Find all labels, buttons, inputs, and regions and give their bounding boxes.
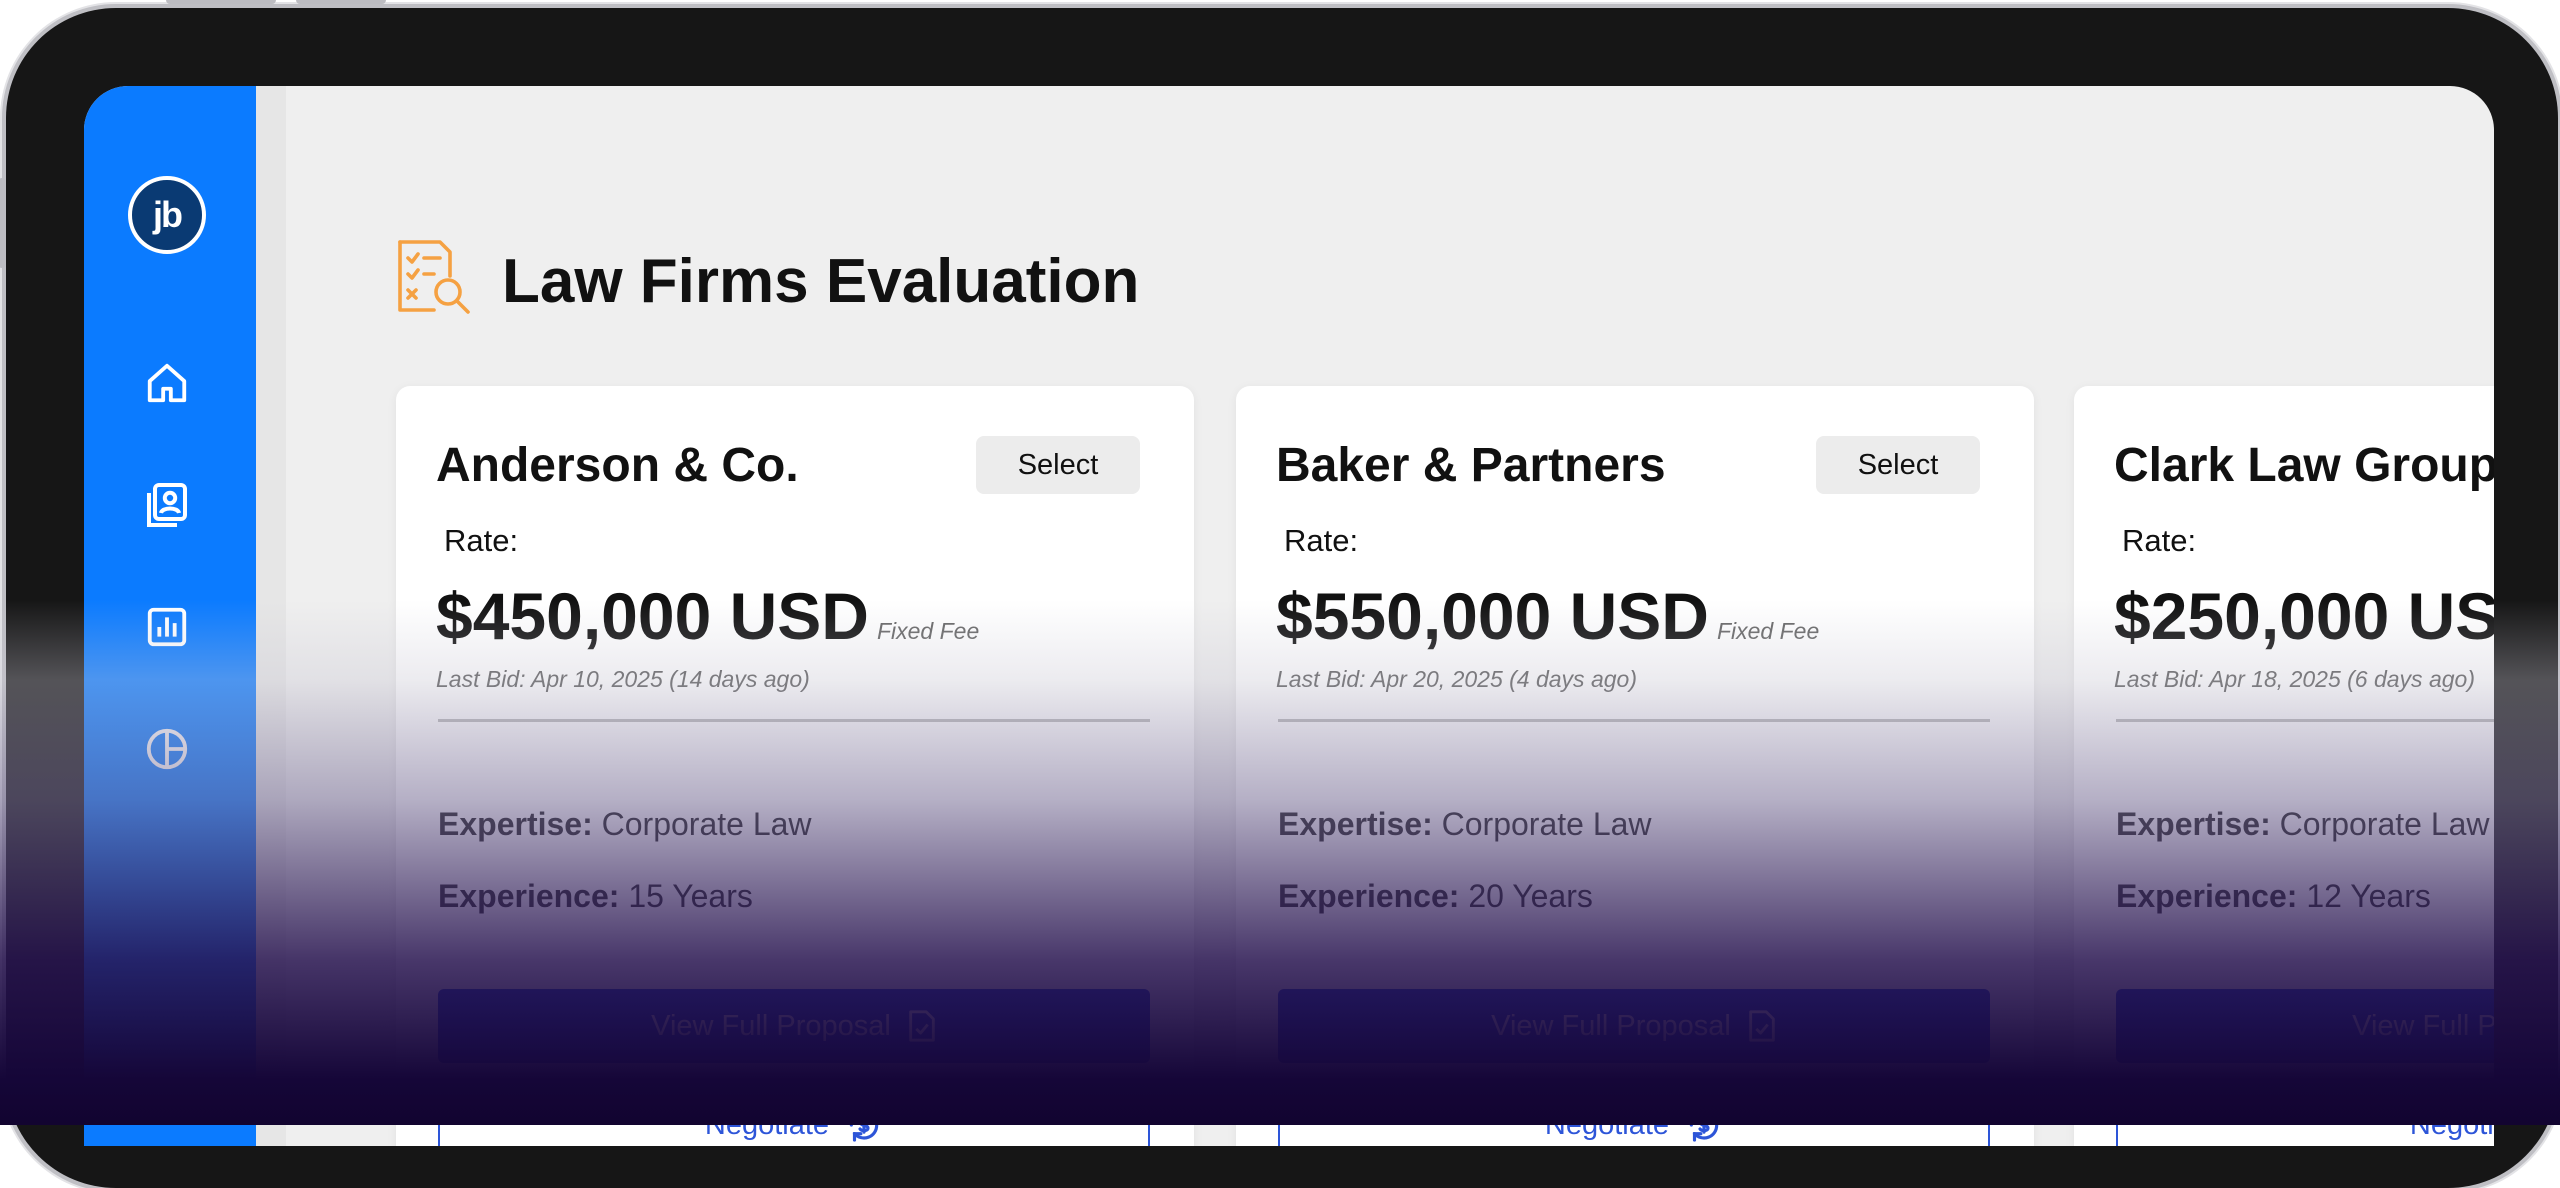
experience-value: 20 Years	[1468, 878, 1593, 914]
view-proposal-label: View Full Proposal	[651, 1009, 891, 1042]
rate-line: $550,000 USD Fixed Fee	[1276, 578, 1819, 654]
experience-row: Experience: 20 Years	[1278, 878, 1593, 915]
power-button	[166, 0, 276, 4]
negotiate-label: Negotiate	[704, 1108, 830, 1141]
rate-type: Fixed Fee	[876, 618, 980, 644]
document-check-icon	[1749, 1010, 1775, 1042]
expertise-row: Expertise: Corporate Law	[1278, 806, 1652, 843]
refresh-dollar-icon	[1689, 1108, 1719, 1142]
experience-value: 15 Years	[628, 878, 753, 914]
rate-value: $250,000 USD	[2114, 579, 2494, 653]
experience-label: Experience:	[1278, 878, 1460, 914]
tablet-frame: jb Law Firms Evaluation Anderson & Co. S…	[0, 0, 2558, 1188]
select-button[interactable]: Select	[1816, 436, 1980, 494]
app-screen: jb Law Firms Evaluation Anderson & Co. S…	[84, 86, 2494, 1146]
firm-card: Baker & Partners Select Rate: $550,000 U…	[1236, 386, 2034, 1146]
experience-row: Experience: 15 Years	[438, 878, 753, 915]
view-proposal-button[interactable]: View Full Proposal	[1278, 989, 1990, 1063]
negotiate-button[interactable]: Negotiate	[438, 1089, 1150, 1146]
bar-chart-icon	[147, 607, 187, 647]
rate-label: Rate:	[1284, 523, 1359, 558]
expertise-label: Expertise:	[438, 806, 593, 842]
negotiate-label: Negotiate	[2409, 1108, 2494, 1141]
document-search-icon	[398, 240, 470, 314]
negotiate-button[interactable]: Negotiate	[2116, 1089, 2494, 1146]
view-proposal-button[interactable]: View Full Proposal	[438, 989, 1150, 1063]
experience-label: Experience:	[438, 878, 620, 914]
sidebar-item-home[interactable]	[140, 356, 194, 410]
sidebar-item-reports[interactable]	[140, 600, 194, 654]
select-button[interactable]: Select	[976, 436, 1140, 494]
negotiate-button[interactable]: Negotiate	[1278, 1089, 1990, 1146]
volume-button	[0, 178, 6, 268]
divider	[438, 719, 1150, 722]
pie-chart-icon	[146, 728, 188, 770]
expertise-value: Corporate Law	[2279, 806, 2490, 842]
rate-value: $450,000 USD	[436, 579, 869, 653]
app-logo[interactable]: jb	[128, 176, 206, 254]
last-bid: Last Bid: Apr 20, 2025 (4 days ago)	[1276, 666, 1637, 692]
document-check-icon	[909, 1010, 935, 1042]
rate-line: $250,000 USD	[2114, 578, 2494, 654]
view-proposal-button[interactable]: View Full Proposal	[2116, 989, 2494, 1063]
sidebar-item-contacts[interactable]	[140, 478, 194, 532]
rate-value: $550,000 USD	[1276, 579, 1709, 653]
view-proposal-label: View Full Proposal	[1491, 1009, 1731, 1042]
refresh-dollar-icon	[849, 1108, 879, 1142]
firm-name: Baker & Partners	[1276, 439, 1666, 492]
rate-label: Rate:	[2122, 523, 2197, 558]
experience-row: Experience: 12 Years	[2116, 878, 2431, 915]
last-bid: Last Bid: Apr 10, 2025 (14 days ago)	[436, 666, 810, 692]
rate-type: Fixed Fee	[1716, 618, 1820, 644]
experience-label: Experience:	[2116, 878, 2298, 914]
page-title: Law Firms Evaluation	[502, 247, 1140, 316]
expertise-value: Corporate Law	[601, 806, 812, 842]
sidebar: jb	[84, 86, 256, 1146]
last-bid: Last Bid: Apr 18, 2025 (6 days ago)	[2114, 666, 2475, 692]
sidebar-gutter	[256, 86, 286, 1146]
expertise-value: Corporate Law	[1441, 806, 1652, 842]
rate-line: $450,000 USD Fixed Fee	[436, 578, 979, 654]
experience-value: 12 Years	[2306, 878, 2431, 914]
contacts-icon	[147, 483, 187, 527]
firm-name: Clark Law Group	[2114, 439, 2494, 492]
firm-card: Clark Law Group Rate: $250,000 USD Last …	[2074, 386, 2494, 1146]
divider	[1278, 719, 1990, 722]
power-button-2	[296, 0, 386, 4]
home-icon	[147, 363, 187, 403]
expertise-label: Expertise:	[1278, 806, 1433, 842]
negotiate-label: Negotiate	[1544, 1108, 1670, 1141]
expertise-row: Expertise: Corporate Law	[2116, 806, 2490, 843]
firm-card: Anderson & Co. Select Rate: $450,000 USD…	[396, 386, 1194, 1146]
expertise-row: Expertise: Corporate Law	[438, 806, 812, 843]
sidebar-item-analytics[interactable]	[140, 722, 194, 776]
expertise-label: Expertise:	[2116, 806, 2271, 842]
firm-name: Anderson & Co.	[436, 439, 799, 492]
rate-label: Rate:	[444, 523, 519, 558]
divider	[2116, 719, 2494, 722]
view-proposal-label: View Full Proposal	[2352, 1009, 2494, 1042]
